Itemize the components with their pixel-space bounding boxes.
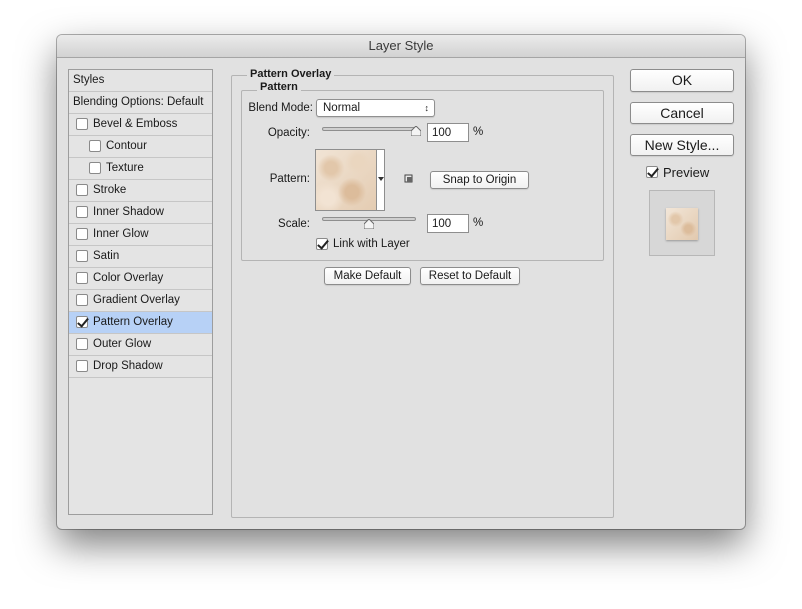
opacity-label: Opacity: [267, 127, 310, 139]
new-style-button[interactable]: New Style... [630, 134, 734, 156]
styles-list: Styles Blending Options: Default Bevel &… [68, 69, 213, 515]
style-item-label: Inner Shadow [93, 206, 164, 218]
style-item-label: Gradient Overlay [93, 294, 180, 306]
style-item-checkbox[interactable] [89, 162, 101, 174]
blend-mode-select[interactable]: Normal ↕ [316, 99, 435, 117]
style-item-inner-glow[interactable]: Inner Glow [69, 224, 212, 246]
style-item-label: Drop Shadow [93, 360, 163, 372]
style-item-label: Contour [106, 140, 147, 152]
snap-to-origin-button[interactable]: Snap to Origin [430, 171, 529, 189]
style-item-outer-glow[interactable]: Outer Glow [69, 334, 212, 356]
style-item-label: Inner Glow [93, 228, 149, 240]
style-item-checkbox[interactable] [76, 206, 88, 218]
pattern-label: Pattern: [269, 173, 310, 185]
style-item-checkbox[interactable] [76, 360, 88, 372]
style-item-bevel-emboss[interactable]: Bevel & Emboss [69, 114, 212, 136]
style-item-checkbox[interactable] [76, 250, 88, 262]
scale-slider-thumb[interactable] [364, 219, 374, 229]
style-item-checkbox[interactable] [76, 118, 88, 130]
blend-mode-value: Normal [323, 102, 361, 114]
style-item-label: Color Overlay [93, 272, 164, 284]
style-item-checkbox[interactable] [76, 338, 88, 350]
scale-label: Scale: [278, 218, 310, 230]
style-item-texture[interactable]: Texture [69, 158, 212, 180]
layer-style-dialog: Layer Style Styles Blending Options: Def… [57, 35, 745, 529]
style-item-checkbox[interactable] [76, 184, 88, 196]
opacity-unit: % [473, 126, 484, 138]
reset-to-default-button[interactable]: Reset to Default [420, 267, 520, 285]
dialog-title: Layer Style [57, 35, 745, 58]
style-item-checkbox[interactable] [76, 294, 88, 306]
style-item-label: Texture [106, 162, 144, 174]
style-item-checkbox[interactable] [76, 316, 88, 328]
pattern-swatch[interactable] [315, 149, 377, 211]
styles-header[interactable]: Styles [69, 70, 212, 92]
scale-unit: % [473, 217, 484, 229]
style-item-label: Satin [93, 250, 120, 262]
style-item-label: Outer Glow [93, 338, 152, 350]
opacity-slider-thumb[interactable] [411, 126, 421, 136]
style-item-checkbox[interactable] [76, 272, 88, 284]
pattern-subgroup-title: Pattern [257, 81, 301, 94]
make-default-button[interactable]: Make Default [324, 267, 411, 285]
preview-swatch [666, 208, 698, 240]
scale-input[interactable]: 100 [427, 214, 469, 233]
opacity-slider-track[interactable] [322, 127, 416, 131]
new-preset-icon[interactable] [404, 174, 414, 184]
link-with-layer-label: Link with Layer [333, 238, 410, 250]
blending-options[interactable]: Blending Options: Default [69, 92, 212, 114]
link-with-layer-checkbox[interactable] [316, 238, 328, 250]
style-item-pattern-overlay[interactable]: Pattern Overlay [69, 312, 212, 334]
style-item-stroke[interactable]: Stroke [69, 180, 212, 202]
opacity-input[interactable]: 100 [427, 123, 469, 142]
style-item-label: Stroke [93, 184, 127, 196]
pattern-picker-dropdown[interactable] [377, 149, 385, 211]
style-item-drop-shadow[interactable]: Drop Shadow [69, 356, 212, 378]
style-item-inner-shadow[interactable]: Inner Shadow [69, 202, 212, 224]
blend-mode-label: Blend Mode: [248, 102, 313, 114]
ok-button[interactable]: OK [630, 69, 734, 92]
cancel-button[interactable]: Cancel [630, 102, 734, 124]
style-item-contour[interactable]: Contour [69, 136, 212, 158]
preview-label: Preview [663, 165, 710, 180]
style-preview [649, 190, 715, 256]
pattern-overlay-title: Pattern Overlay [247, 68, 335, 81]
style-item-label: Bevel & Emboss [93, 118, 178, 130]
preview-checkbox[interactable] [646, 166, 658, 178]
style-item-color-overlay[interactable]: Color Overlay [69, 268, 212, 290]
style-item-satin[interactable]: Satin [69, 246, 212, 268]
style-item-checkbox[interactable] [76, 228, 88, 240]
style-item-checkbox[interactable] [89, 140, 101, 152]
style-item-gradient-overlay[interactable]: Gradient Overlay [69, 290, 212, 312]
updown-arrows-icon: ↕ [424, 103, 430, 113]
style-item-label: Pattern Overlay [93, 316, 173, 328]
